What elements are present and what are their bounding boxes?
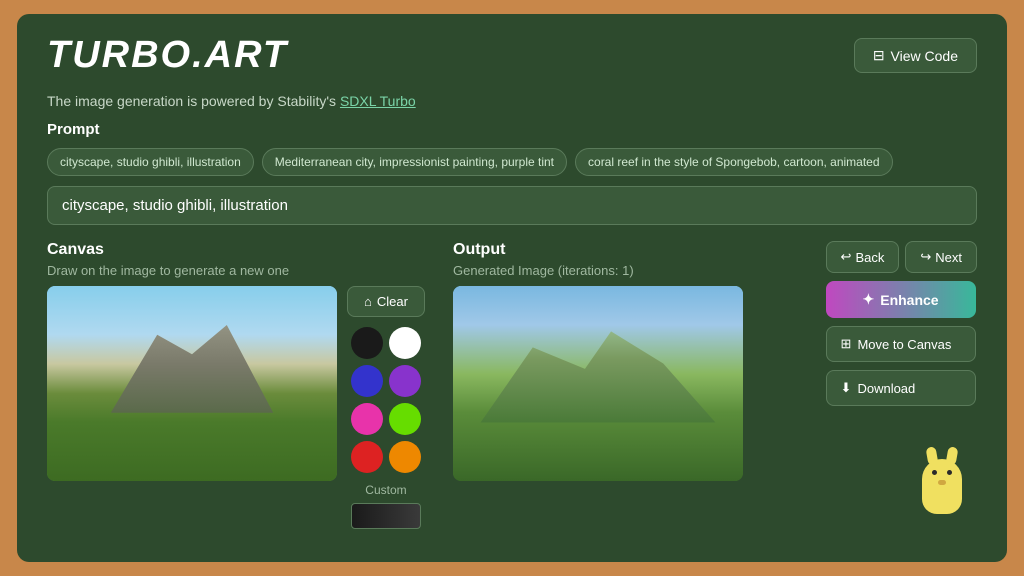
color-swatch-purple[interactable] <box>389 365 421 397</box>
next-label: Next <box>935 250 962 265</box>
output-bg <box>453 286 743 481</box>
clear-icon: ⌂ <box>364 294 372 309</box>
back-next-row: ↩ Back ↪ Next <box>826 241 977 273</box>
mascot <box>917 459 967 529</box>
download-icon: ⬇ <box>841 380 852 396</box>
canvas-area: ⌂ Clear Custom <box>47 286 437 529</box>
color-swatch-black[interactable] <box>351 327 383 359</box>
mascot-eye-left <box>932 470 937 475</box>
download-button[interactable]: ⬇ Download <box>826 370 976 406</box>
download-label: Download <box>857 381 915 396</box>
sdxl-link[interactable]: SDXL Turbo <box>340 93 416 109</box>
subtitle-text: The image generation is powered by Stabi… <box>47 93 340 109</box>
next-icon: ↪ <box>920 249 931 265</box>
back-icon: ↩ <box>841 249 852 265</box>
mascot-ear-right <box>946 446 959 465</box>
mountain-shape <box>76 315 308 413</box>
enhance-icon: ✦ <box>863 291 875 308</box>
clear-label: Clear <box>377 294 408 309</box>
color-swatch-orange[interactable] <box>389 441 421 473</box>
prompt-input[interactable] <box>47 186 977 225</box>
back-button[interactable]: ↩ Back <box>826 241 900 273</box>
canvas-image[interactable] <box>47 286 337 481</box>
color-grid <box>351 327 421 473</box>
output-mountain-shape <box>468 315 729 422</box>
main-columns: Canvas Draw on the image to generate a n… <box>47 241 977 529</box>
back-label: Back <box>855 250 884 265</box>
mascot-nose <box>938 480 946 485</box>
custom-color-bar[interactable] <box>351 503 421 529</box>
subtitle: The image generation is powered by Stabi… <box>47 93 977 109</box>
color-swatch-pink[interactable] <box>351 403 383 435</box>
output-column: Output Generated Image (iterations: 1) ↩… <box>453 241 977 529</box>
app-window: TURBO.ART ⊟ View Code The image generati… <box>17 14 1007 562</box>
output-area: ↩ Back ↪ Next ✦ Enhance ⊞ M <box>453 286 977 481</box>
canvas-column: Canvas Draw on the image to generate a n… <box>47 241 437 529</box>
view-code-button[interactable]: ⊟ View Code <box>854 38 977 73</box>
clear-button[interactable]: ⌂ Clear <box>347 286 425 317</box>
prompt-chip-0[interactable]: cityscape, studio ghibli, illustration <box>47 148 254 176</box>
canvas-bg <box>47 286 337 481</box>
move-canvas-button[interactable]: ⊞ Move to Canvas <box>826 326 976 362</box>
color-swatch-blue[interactable] <box>351 365 383 397</box>
prompt-chip-2[interactable]: coral reef in the style of Spongebob, ca… <box>575 148 893 176</box>
prompt-chip-1[interactable]: Mediterranean city, impressionist painti… <box>262 148 567 176</box>
tools-panel: ⌂ Clear Custom <box>347 286 425 529</box>
mascot-eye-right <box>947 470 952 475</box>
mascot-face <box>930 467 954 487</box>
color-swatch-red[interactable] <box>351 441 383 473</box>
enhance-button[interactable]: ✦ Enhance <box>826 281 976 318</box>
header: TURBO.ART ⊟ View Code <box>47 34 977 77</box>
custom-label: Custom <box>365 483 406 497</box>
prompt-chips: cityscape, studio ghibli, illustration M… <box>47 148 977 176</box>
output-image <box>453 286 743 481</box>
move-canvas-icon: ⊞ <box>841 336 852 352</box>
next-button[interactable]: ↪ Next <box>905 241 977 273</box>
logo-dot: .ART <box>192 34 288 76</box>
view-code-label: View Code <box>891 48 958 64</box>
color-swatch-white[interactable] <box>389 327 421 359</box>
canvas-title: Canvas <box>47 241 437 259</box>
enhance-label: Enhance <box>880 292 938 308</box>
view-code-icon: ⊟ <box>873 47 885 64</box>
canvas-subtitle: Draw on the image to generate a new one <box>47 263 437 278</box>
mascot-body <box>922 459 962 514</box>
app-logo: TURBO.ART <box>47 34 288 77</box>
move-canvas-label: Move to Canvas <box>857 337 951 352</box>
right-panel: ↩ Back ↪ Next ✦ Enhance ⊞ M <box>826 241 977 406</box>
prompt-label: Prompt <box>47 121 977 138</box>
color-swatch-green[interactable] <box>389 403 421 435</box>
